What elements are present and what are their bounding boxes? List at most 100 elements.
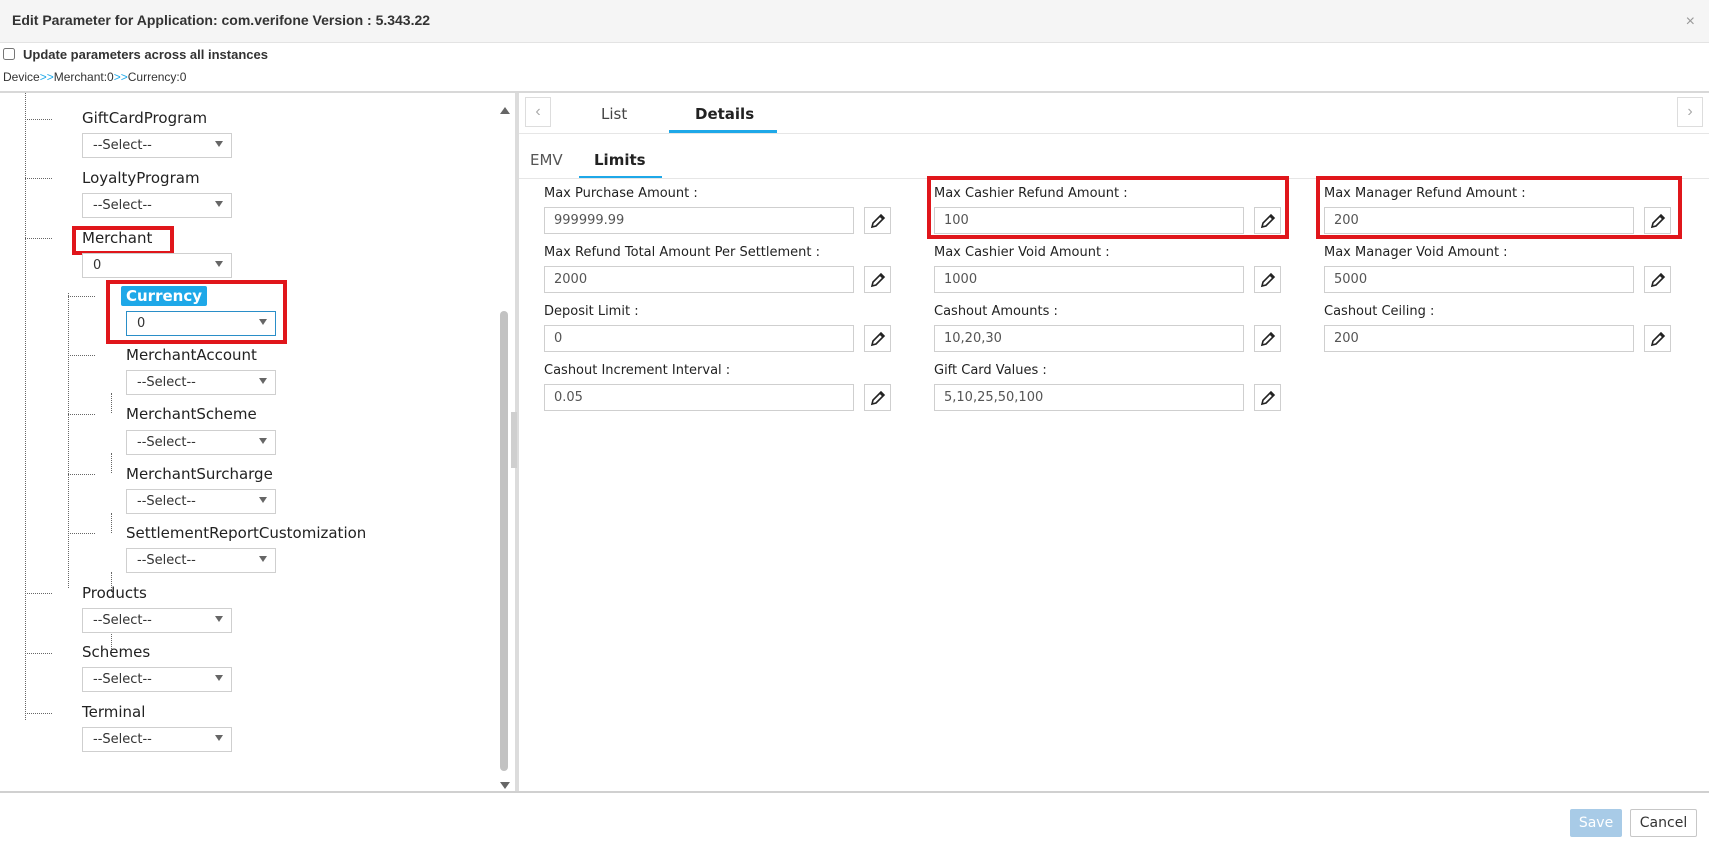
tree-node-label[interactable]: MerchantScheme	[126, 405, 257, 423]
chevron-down-icon	[259, 497, 267, 503]
chevron-down-icon	[215, 735, 223, 741]
tree-connector	[111, 393, 112, 413]
splitter-grip[interactable]	[511, 412, 517, 468]
edit-button[interactable]	[1254, 266, 1281, 293]
tree-connector	[68, 533, 95, 534]
tree-node-select[interactable]: --Select--	[126, 548, 276, 573]
tree-node-label[interactable]: Products	[82, 584, 147, 602]
highlight-box	[1316, 176, 1682, 239]
chevron-down-icon	[259, 319, 267, 325]
footer-divider	[0, 791, 1709, 793]
edit-button[interactable]	[1644, 266, 1671, 293]
pencil-icon	[1260, 331, 1275, 346]
tree-node-label[interactable]: SettlementReportCustomization	[126, 524, 366, 542]
dialog-title: Edit Parameter for Application: com.veri…	[12, 12, 431, 28]
tree-connector	[25, 713, 52, 714]
tab-next-button[interactable]: ›	[1677, 97, 1703, 127]
field-label: Cashout Increment Interval :	[544, 363, 731, 378]
highlight-box	[927, 176, 1289, 239]
pencil-icon	[870, 272, 885, 287]
tree-node-label[interactable]: Schemes	[82, 643, 150, 661]
tree-node-select[interactable]: --Select--	[82, 727, 232, 752]
tree-node-select[interactable]: --Select--	[126, 430, 276, 455]
chevron-down-icon	[259, 378, 267, 384]
breadcrumb-device[interactable]: Device	[3, 70, 40, 84]
max-manager-void-amount-input[interactable]	[1324, 266, 1634, 293]
breadcrumb-merchant[interactable]: Merchant:0	[54, 70, 114, 84]
subtab-emv[interactable]: EMV	[530, 151, 563, 169]
tree-node-select[interactable]: --Select--	[126, 370, 276, 395]
tree-node-label[interactable]: Terminal	[82, 703, 145, 721]
cancel-button[interactable]: Cancel	[1630, 809, 1697, 837]
tabs-border	[519, 133, 1709, 134]
tree-node-select[interactable]: --Select--	[126, 489, 276, 514]
edit-button[interactable]	[864, 207, 891, 234]
gift-card-values-input[interactable]	[934, 384, 1244, 411]
select-value: 0	[137, 316, 146, 331]
field-label: Max Cashier Void Amount :	[934, 245, 1110, 260]
update-all-instances-checkbox[interactable]	[3, 48, 15, 60]
tree-connector	[111, 513, 112, 533]
max-refund-total-amount-input[interactable]	[544, 266, 854, 293]
max-cashier-void-amount-input[interactable]	[934, 266, 1244, 293]
edit-button[interactable]	[1644, 325, 1671, 352]
cashout-amounts-input[interactable]	[934, 325, 1244, 352]
tree-node-label[interactable]: GiftCardProgram	[82, 109, 207, 127]
save-button[interactable]: Save	[1570, 809, 1622, 837]
chevron-down-icon	[259, 438, 267, 444]
edit-button[interactable]	[864, 266, 891, 293]
tree-scrollbar[interactable]	[497, 101, 512, 791]
edit-button[interactable]	[1254, 384, 1281, 411]
tab-prev-button[interactable]: ‹	[525, 97, 551, 127]
tree-node-select[interactable]: --Select--	[82, 667, 232, 692]
tree-connector	[25, 238, 52, 239]
tree-connector	[68, 296, 95, 297]
scroll-thumb[interactable]	[500, 311, 508, 771]
tree-node-label[interactable]: MerchantAccount	[126, 346, 257, 364]
breadcrumb: Device>>Merchant:0>>Currency:0	[3, 70, 186, 84]
tree-node-select[interactable]: --Select--	[82, 608, 232, 633]
tree-connector	[25, 653, 52, 654]
tree-connector	[25, 593, 52, 594]
cashout-ceiling-input[interactable]	[1324, 325, 1634, 352]
tab-details[interactable]: Details	[695, 105, 754, 123]
parameter-tree-panel: GiftCardProgram --Select-- LoyaltyProgra…	[0, 93, 512, 791]
select-value: --Select--	[137, 553, 196, 568]
scroll-up-arrow-icon[interactable]	[500, 107, 510, 114]
cashout-increment-interval-input[interactable]	[544, 384, 854, 411]
tree-node-select[interactable]: 0	[82, 253, 232, 278]
chevron-down-icon	[215, 141, 223, 147]
tree-node-select[interactable]: 0	[126, 311, 276, 336]
breadcrumb-currency[interactable]: Currency:0	[128, 70, 187, 84]
edit-button[interactable]	[864, 325, 891, 352]
subtab-limits[interactable]: Limits	[594, 151, 646, 169]
tree-node-label[interactable]: LoyaltyProgram	[82, 169, 200, 187]
select-value: --Select--	[93, 732, 152, 747]
breadcrumb-separator: >>	[39, 70, 54, 84]
select-value: --Select--	[93, 198, 152, 213]
scroll-down-arrow-icon[interactable]	[500, 782, 510, 789]
tree-node-label[interactable]: MerchantSurcharge	[126, 465, 273, 483]
tree-connector	[25, 119, 52, 120]
details-panel: ‹ List Details › EMV Limits Max Purchase…	[519, 93, 1709, 791]
chevron-down-icon	[215, 616, 223, 622]
tree-node-select[interactable]: --Select--	[82, 193, 232, 218]
field-label: Cashout Amounts :	[934, 304, 1058, 319]
edit-button[interactable]	[1254, 325, 1281, 352]
field-label: Max Purchase Amount :	[544, 186, 698, 201]
tree-node-select[interactable]: --Select--	[82, 133, 232, 158]
field-label: Deposit Limit :	[544, 304, 639, 319]
pencil-icon	[1260, 272, 1275, 287]
field-label: Max Manager Void Amount :	[1324, 245, 1508, 260]
highlight-box	[72, 226, 174, 255]
select-value: 0	[93, 258, 102, 273]
update-all-instances-label: Update parameters across all instances	[23, 46, 268, 62]
deposit-limit-input[interactable]	[544, 325, 854, 352]
tree-connector	[68, 293, 69, 588]
edit-button[interactable]	[864, 384, 891, 411]
close-icon[interactable]: ×	[1686, 14, 1695, 30]
max-purchase-amount-input[interactable]	[544, 207, 854, 234]
select-value: --Select--	[137, 435, 196, 450]
tab-list[interactable]: List	[601, 105, 627, 123]
chevron-down-icon	[215, 261, 223, 267]
